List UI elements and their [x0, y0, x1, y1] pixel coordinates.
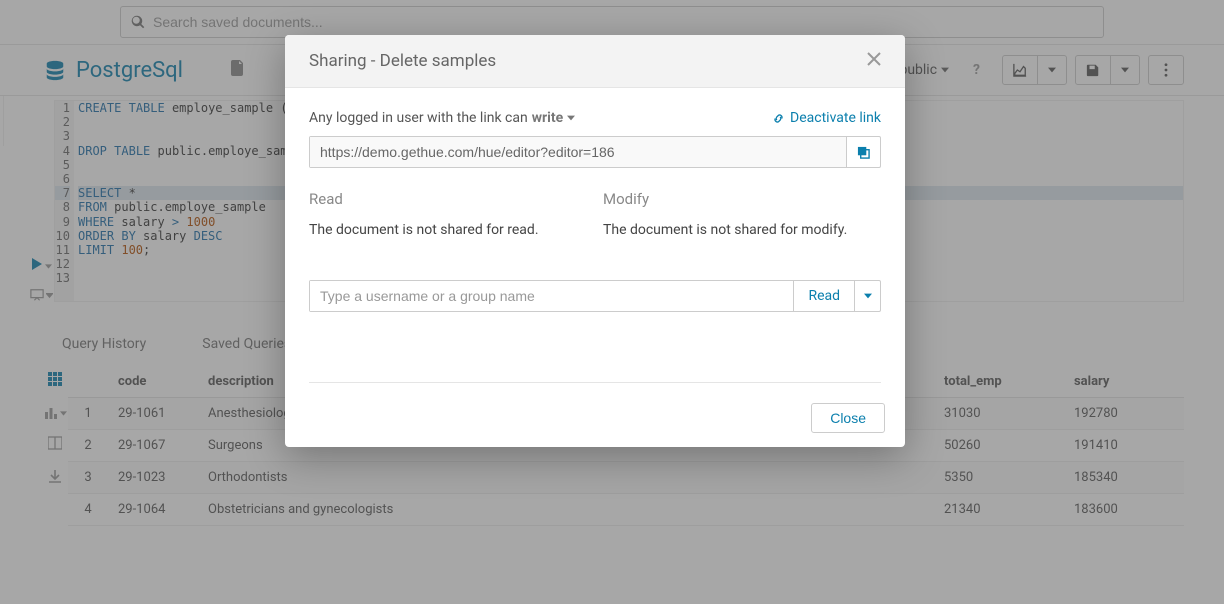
add-user-input[interactable]	[310, 281, 793, 311]
add-permission-caret[interactable]	[854, 281, 880, 311]
caret-down-icon	[864, 292, 872, 300]
add-permission-button[interactable]: Read	[793, 281, 854, 311]
share-url-input[interactable]	[310, 137, 846, 167]
link-icon	[772, 112, 785, 125]
close-button[interactable]: Close	[811, 403, 885, 433]
modify-status-text: The document is not shared for modify.	[603, 222, 881, 238]
link-permission-selector[interactable]: write	[532, 110, 575, 126]
modal-close-button[interactable]	[867, 52, 881, 70]
sharing-modal: Sharing - Delete samples Any logged in u…	[285, 35, 905, 447]
modal-title: Sharing - Delete samples	[309, 51, 496, 71]
copy-icon	[857, 146, 870, 159]
deactivate-link-button[interactable]: Deactivate link	[772, 110, 881, 126]
close-icon	[867, 52, 881, 66]
read-heading: Read	[309, 190, 587, 208]
link-permission-text: Any logged in user with the link can	[309, 110, 528, 126]
modify-heading: Modify	[603, 190, 881, 208]
copy-url-button[interactable]	[846, 137, 880, 167]
caret-down-icon	[567, 114, 575, 122]
read-status-text: The document is not shared for read.	[309, 222, 587, 238]
